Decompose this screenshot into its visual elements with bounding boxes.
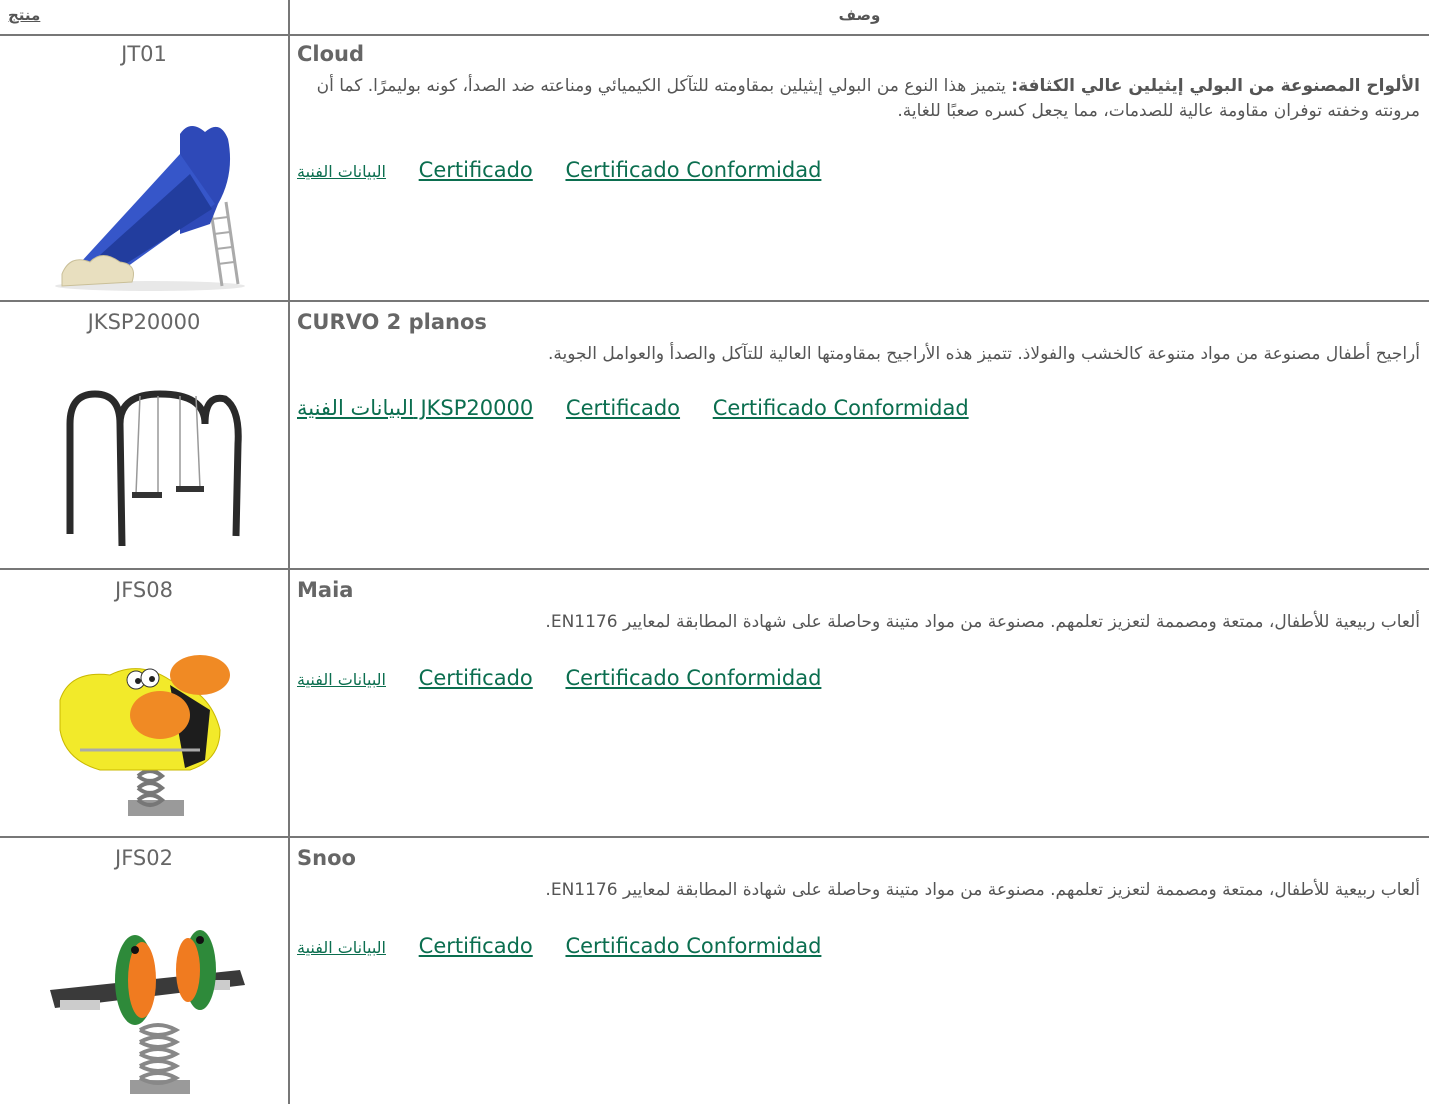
snoo-spring-rider-image[interactable] [40, 910, 250, 1100]
table-row: JT01 Cloud الألواح المصنوعة من البولي إي… [0, 34, 1429, 302]
link-certificado-conformidad[interactable]: Certificado Conformidad [565, 934, 821, 958]
product-links: البيانات الفنية Certificado Certificado … [297, 934, 847, 958]
product-code: JFS08 [115, 578, 173, 602]
slide-product-image[interactable] [40, 114, 250, 294]
table-header: منتج وصف [0, 0, 1429, 36]
column-header-product: منتج [8, 6, 41, 24]
product-code: JKSP20000 [87, 310, 201, 334]
product-links: البيانات الفنية Certificado Certificado … [297, 158, 847, 182]
link-technical-data[interactable]: البيانات الفنية JKSP20000 [297, 396, 533, 420]
product-code: JT01 [121, 42, 167, 66]
table-row: JFS08 Maia ألعاب ربيعية للأطفال، ممتعة و… [0, 570, 1429, 838]
product-links: البيانات الفنية Certificado Certificado … [297, 666, 847, 690]
product-description: ألعاب ربيعية للأطفال، ممتعة ومصممة لتعزي… [294, 878, 1420, 903]
table-row: JKSP20000 CURVO 2 planos أراجيح أطفال مص… [0, 302, 1429, 570]
product-name: CURVO 2 planos [297, 310, 487, 334]
product-links: البيانات الفنية JKSP20000 Certificado Ce… [297, 396, 995, 420]
column-header-description: وصف [838, 6, 881, 24]
link-certificado-conformidad[interactable]: Certificado Conformidad [713, 396, 969, 420]
link-certificado-conformidad[interactable]: Certificado Conformidad [565, 158, 821, 182]
product-description: ألعاب ربيعية للأطفال، ممتعة ومصممة لتعزي… [294, 610, 1420, 635]
description-text: أراجيح أطفال مصنوعة من مواد متنوعة كالخش… [548, 344, 1420, 364]
link-technical-data[interactable]: البيانات الفنية [297, 938, 386, 957]
description-highlight: الألواح المصنوعة من البولي إيثيلين عالي … [1011, 76, 1420, 96]
bee-spring-rider-image[interactable] [40, 650, 250, 830]
product-name: Snoo [297, 846, 356, 870]
link-certificado[interactable]: Certificado [419, 934, 533, 958]
product-name: Maia [297, 578, 354, 602]
link-certificado[interactable]: Certificado [419, 158, 533, 182]
product-description: الألواح المصنوعة من البولي إيثيلين عالي … [294, 74, 1420, 124]
link-technical-data[interactable]: البيانات الفنية [297, 670, 386, 689]
table-row: JFS02 Snoo ألعاب ربيعية للأطفال، ممتعة و… [0, 838, 1429, 1106]
product-description: أراجيح أطفال مصنوعة من مواد متنوعة كالخش… [294, 342, 1420, 367]
description-text: ألعاب ربيعية للأطفال، ممتعة ومصممة لتعزي… [545, 880, 1420, 900]
swing-product-image[interactable] [40, 364, 250, 554]
link-technical-data[interactable]: البيانات الفنية [297, 162, 386, 181]
product-name: Cloud [297, 42, 365, 66]
link-certificado-conformidad[interactable]: Certificado Conformidad [565, 666, 821, 690]
product-code: JFS02 [115, 846, 173, 870]
link-certificado[interactable]: Certificado [566, 396, 680, 420]
description-text: ألعاب ربيعية للأطفال، ممتعة ومصممة لتعزي… [545, 612, 1420, 632]
link-certificado[interactable]: Certificado [419, 666, 533, 690]
